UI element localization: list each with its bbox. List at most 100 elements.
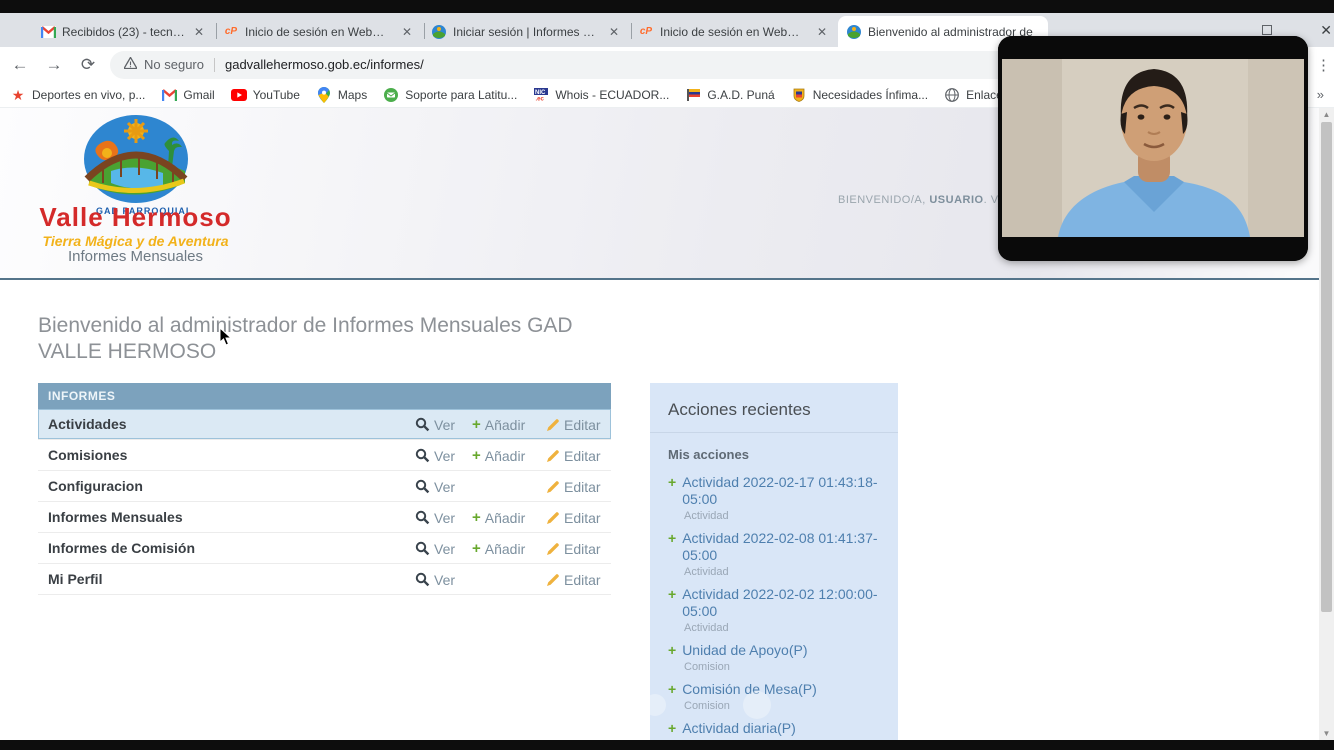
browser-tab[interactable]: Recibidos (23) - tecnoserviweb.e✕: [32, 16, 215, 47]
edit-link[interactable]: Editar: [546, 409, 611, 440]
magnifier-icon: [415, 479, 430, 494]
browser-menu-icon[interactable]: ⋮: [1316, 56, 1331, 74]
module-row: ComisionesVer+AñadirEditar: [38, 440, 611, 471]
edit-link[interactable]: Editar: [546, 502, 611, 533]
recent-action-link[interactable]: Actividad diaria(P): [682, 720, 796, 737]
module-row: Informes MensualesVer+AñadirEditar: [38, 502, 611, 533]
magnifier-icon: [415, 510, 430, 525]
view-link[interactable]: Ver: [415, 502, 475, 533]
restore-window-icon[interactable]: [1262, 25, 1272, 35]
recent-action-link[interactable]: Actividad 2022-02-17 01:43:18-05:00: [682, 474, 886, 508]
plus-icon: +: [668, 681, 676, 698]
site-logo[interactable]: GAD PARROQUIAL Valle Hermoso Tierra Mági…: [38, 113, 233, 249]
tab-title: Inicio de sesión en Webmail: [245, 25, 393, 39]
bookmark-label: Gmail: [183, 88, 214, 102]
scrollbar-thumb[interactable]: [1321, 122, 1332, 612]
recent-action-item: +Actividad 2022-02-08 01:41:37-05:00Acti…: [650, 522, 898, 578]
gmail-icon: [161, 87, 177, 103]
bookmark-label: Deportes en vivo, p...: [32, 88, 145, 102]
site-favicon: [846, 24, 862, 40]
add-link[interactable]: +Añadir: [472, 502, 547, 533]
edit-link[interactable]: Editar: [546, 471, 611, 502]
bookmark-item[interactable]: Soporte para Latitu...: [383, 87, 517, 103]
mouse-cursor: [219, 327, 232, 351]
browser-tab[interactable]: cP Inicio de sesión en Webmail ✕: [215, 16, 423, 47]
maps-pin-icon: [316, 87, 332, 103]
edit-link[interactable]: Editar: [546, 564, 611, 595]
recent-action-type: Actividad: [684, 510, 886, 522]
letterbox-top: [0, 0, 1334, 13]
pencil-icon: [546, 511, 560, 525]
plus-icon: +: [472, 509, 481, 526]
bookmark-item[interactable]: YouTube: [231, 87, 300, 103]
logo-tagline-text: Tierra Mágica y de Aventura: [38, 233, 233, 249]
informes-module: INFORMES ActividadesVer+AñadirEditarComi…: [38, 383, 611, 595]
module-row: ActividadesVer+AñadirEditar: [38, 409, 611, 440]
webcam-overlay[interactable]: [998, 36, 1308, 261]
pencil-icon: [546, 418, 560, 432]
view-link[interactable]: Ver: [415, 471, 475, 502]
not-secure-warning-icon: [124, 56, 137, 74]
view-link[interactable]: Ver: [415, 440, 475, 471]
site-subtitle: Informes Mensuales: [38, 248, 233, 265]
tab-title: Iniciar sesión | Informes Mensual: [453, 25, 600, 39]
valle-hermoso-logo-image: [81, 113, 191, 205]
add-link[interactable]: +Añadir: [472, 440, 547, 471]
crest-icon: [791, 87, 807, 103]
bookmarks-overflow-icon[interactable]: »: [1317, 87, 1324, 102]
webcam-video: [998, 36, 1308, 261]
cpanel-icon: cP: [638, 24, 654, 40]
browser-tab[interactable]: Iniciar sesión | Informes Mensual ✕: [423, 16, 630, 47]
page-scrollbar[interactable]: ▲ ▼: [1319, 108, 1334, 740]
pencil-icon: [546, 573, 560, 587]
star-icon: ★: [10, 87, 26, 103]
tab-close-icon[interactable]: ✕: [399, 24, 415, 40]
recent-action-link[interactable]: Actividad 2022-02-02 12:00:00-05:00: [682, 586, 886, 620]
bookmark-item[interactable]: ★ Deportes en vivo, p...: [10, 87, 145, 103]
recent-action-link[interactable]: Actividad 2022-02-08 01:41:37-05:00: [682, 530, 886, 564]
forward-button[interactable]: →: [40, 51, 68, 79]
add-link[interactable]: +Añadir: [472, 409, 547, 440]
url-text: gadvallehermoso.gob.ec/informes/: [225, 57, 424, 72]
back-button[interactable]: ←: [6, 51, 34, 79]
bookmark-item[interactable]: G.A.D. Puná: [685, 87, 774, 103]
magnifier-icon: [415, 572, 430, 587]
svg-text:NIC: NIC: [535, 90, 546, 96]
module-row: Informes de ComisiónVer+AñadirEditar: [38, 533, 611, 564]
scrollbar-down-icon[interactable]: ▼: [1319, 727, 1334, 740]
bookmark-item[interactable]: Necesidades Ínfima...: [791, 87, 928, 103]
reload-button[interactable]: ⟳: [74, 51, 102, 79]
close-window-icon[interactable]: ✕: [1320, 22, 1332, 39]
recent-action-item: +Actividad diaria(P): [650, 712, 898, 737]
magnifier-icon: [415, 541, 430, 556]
plus-icon: +: [472, 447, 481, 464]
bookmark-label: G.A.D. Puná: [707, 88, 774, 102]
cpanel-icon: cP: [223, 24, 239, 40]
tab-close-icon[interactable]: ✕: [606, 24, 622, 40]
browser-tab[interactable]: cPInicio de sesión en Webmail✕: [630, 16, 838, 47]
bookmark-item[interactable]: Gmail: [161, 87, 214, 103]
model-name[interactable]: Mi Perfil: [38, 571, 611, 587]
module-caption[interactable]: INFORMES: [38, 383, 611, 409]
view-link[interactable]: Ver: [415, 409, 475, 440]
bookmark-item[interactable]: Maps: [316, 87, 367, 103]
recent-action-type: Actividad: [684, 622, 886, 634]
user-tools: BIENVENIDO/A, USUARIO. VER: [838, 194, 1002, 206]
svg-text:.ec: .ec: [536, 97, 545, 102]
edit-link[interactable]: Editar: [546, 533, 611, 564]
view-link[interactable]: Ver: [415, 533, 475, 564]
edit-link[interactable]: Editar: [546, 440, 611, 471]
bookmark-item[interactable]: NIC.ecWhois - ECUADOR...: [533, 87, 669, 103]
scrollbar-up-icon[interactable]: ▲: [1319, 108, 1334, 121]
gmail-icon: [40, 24, 56, 40]
flag-icon: [685, 87, 701, 103]
model-name[interactable]: Configuracion: [38, 478, 611, 494]
tab-close-icon[interactable]: ✕: [191, 24, 207, 40]
watermark-dot: [644, 694, 666, 716]
add-link[interactable]: +Añadir: [472, 533, 547, 564]
mail-green-icon: [383, 87, 399, 103]
view-link[interactable]: Ver: [415, 564, 475, 595]
recent-action-link[interactable]: Unidad de Apoyo(P): [682, 642, 807, 659]
bookmark-label: Necesidades Ínfima...: [813, 88, 928, 102]
tab-close-icon[interactable]: ✕: [814, 24, 830, 40]
